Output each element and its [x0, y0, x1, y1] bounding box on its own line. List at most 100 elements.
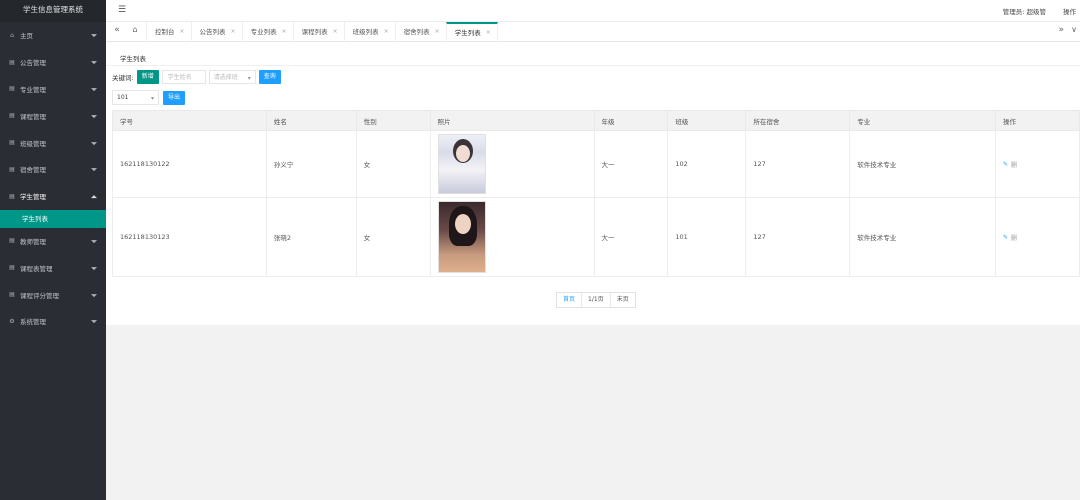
edit-icon[interactable]: ✎ — [1003, 234, 1008, 241]
top-bar: ☰ 管理员: 超级管 操作 — [106, 0, 1080, 22]
tab[interactable]: 课程列表 × — [292, 22, 344, 42]
close-icon[interactable]: × — [231, 22, 236, 42]
tab-label: 课程列表 — [301, 28, 328, 36]
sidebar-item[interactable]: ▤ 学生管理 — [0, 183, 106, 210]
cell-photo — [429, 130, 595, 198]
cell-major: 软件技术专业 — [849, 197, 996, 277]
sidebar-item-label: 班级管理 — [20, 139, 46, 148]
col-header-name: 姓名 — [265, 110, 357, 131]
tab-label: 学生列表 — [454, 29, 481, 37]
operations-menu[interactable]: 操作 — [1063, 6, 1076, 16]
cell-grade: 大一 — [593, 197, 669, 277]
gear-icon: ⚙ — [9, 317, 15, 325]
sidebar-item[interactable]: ▤ 课程表管理 — [0, 254, 106, 281]
close-icon[interactable]: × — [282, 22, 287, 42]
sidebar-item[interactable]: ▤ 专业管理 — [0, 76, 106, 103]
tabs-dropdown-icon[interactable]: ∨ — [1071, 25, 1077, 34]
home-icon: ⌂ — [10, 31, 14, 39]
tab[interactable]: 班级列表 × — [343, 22, 395, 42]
chevron-down-icon — [91, 34, 97, 38]
sidebar-item[interactable]: ⌂ 主页 — [0, 22, 106, 49]
sidebar-item[interactable]: ▤ 公告管理 — [0, 49, 106, 76]
list-icon: ▤ — [9, 85, 15, 93]
delete-button[interactable]: 删 — [1011, 160, 1017, 169]
tab-label: 班级列表 — [352, 28, 379, 36]
cell-id: 162118130123 — [112, 197, 267, 277]
sidebar-item[interactable]: ⚙ 系统管理 — [0, 308, 106, 335]
close-icon[interactable]: × — [486, 24, 491, 42]
close-icon[interactable]: × — [333, 22, 338, 42]
chevron-down-icon — [91, 293, 97, 297]
home-tab-icon[interactable]: ⌂ — [128, 25, 142, 39]
table-header-row: 学号 姓名 性别 照片 年级 班级 所在宿舍 专业 操作 — [112, 110, 1080, 131]
chevron-down-icon: ▾ — [150, 95, 154, 102]
class-select[interactable]: 请选择班 ▾ — [208, 70, 256, 84]
sidebar-item-label: 课程管理 — [20, 112, 46, 121]
sidebar: 学生信息管理系统 ⌂ 主页 ▤ 公告管理 ▤ 专业管理 ▤ 课程管理 ▤ 班级管理 ▤ 宿舍管理 ▤ 学生… — [0, 0, 106, 500]
pagination: 首页 1/1页 末页 — [556, 292, 636, 308]
sidebar-item[interactable]: ▤ 班级管理 — [0, 129, 106, 156]
export-toolbar: 101 ▾ 导出 — [112, 90, 186, 105]
close-icon[interactable]: × — [384, 22, 389, 42]
cell-photo — [429, 197, 595, 277]
keyword-label: 关键词: — [112, 74, 134, 82]
close-icon[interactable]: × — [180, 22, 185, 42]
list-icon: ▤ — [9, 291, 15, 299]
sidebar-item-label: 学生管理 — [20, 193, 46, 202]
export-button[interactable]: 导出 — [163, 90, 186, 105]
sidebar-subitem-student-list[interactable]: 学生列表 — [0, 209, 106, 228]
list-icon: ▤ — [9, 165, 15, 173]
tabs-scroll-right-icon[interactable]: » — [1058, 25, 1064, 35]
cell-room: 127 — [745, 197, 851, 277]
chevron-down-icon: ▾ — [247, 75, 251, 82]
tab[interactable]: 宿舍列表 × — [394, 22, 446, 42]
col-header-grade: 年级 — [593, 110, 669, 131]
tab[interactable]: 学生列表 × — [445, 22, 498, 42]
col-header-major: 专业 — [849, 110, 996, 131]
room-select-value: 101 — [117, 94, 129, 101]
tab[interactable]: 公告列表 × — [190, 22, 242, 42]
search-input[interactable]: 学生姓名 — [161, 70, 206, 84]
cell-name: 孙义宁 — [265, 130, 357, 198]
search-toolbar: 关键词: 新增 学生姓名 请选择班 ▾ 查询 — [112, 70, 281, 84]
add-button[interactable]: 新增 — [136, 70, 159, 84]
cell-class: 102 — [667, 130, 747, 198]
tab-label: 专业列表 — [250, 28, 277, 36]
cell-room: 127 — [745, 130, 851, 198]
col-header-ops: 操作 — [995, 110, 1080, 131]
sidebar-item-label: 主页 — [20, 32, 33, 41]
tabs-scroll-left-icon[interactable]: « — [110, 25, 124, 39]
chevron-down-icon — [91, 266, 97, 270]
list-icon: ▤ — [9, 112, 15, 120]
sidebar-item[interactable]: ▤ 课程评分管理 — [0, 281, 106, 308]
tab[interactable]: 专业列表 × — [241, 22, 293, 42]
chevron-down-icon — [91, 168, 97, 172]
delete-button[interactable]: 删 — [1011, 233, 1017, 242]
tab[interactable]: 控制台 × — [146, 22, 191, 42]
col-header-class: 班级 — [667, 110, 747, 131]
student-photo[interactable] — [437, 201, 486, 273]
chevron-down-icon — [91, 61, 97, 65]
room-select[interactable]: 101 ▾ — [112, 90, 159, 105]
sidebar-item[interactable]: ▤ 宿舍管理 — [0, 156, 106, 183]
list-icon: ▤ — [9, 139, 15, 147]
tab-label: 控制台 — [155, 28, 175, 36]
tab-bar: « ⌂ 控制台 × 公告列表 × 专业列表 × 课程列表 × 班级列表 × 宿舍列表 × 学生列表 × »… — [106, 22, 1080, 42]
list-icon: ▤ — [9, 192, 15, 200]
menu-toggle-icon[interactable]: ☰ — [118, 5, 126, 15]
student-photo[interactable] — [437, 134, 486, 194]
query-button[interactable]: 查询 — [258, 70, 281, 84]
student-list-card: 学生列表 关键词: 新增 学生姓名 请选择班 ▾ 查询 101 ▾ 导出 学号 … — [106, 42, 1080, 325]
edit-icon[interactable]: ✎ — [1003, 161, 1008, 168]
admin-label[interactable]: 管理员: 超级管 — [1003, 6, 1046, 16]
sidebar-item[interactable]: ▤ 教师管理 — [0, 228, 106, 255]
chevron-up-icon — [91, 195, 97, 199]
list-icon: ▤ — [9, 58, 15, 66]
cell-gender: 女 — [355, 130, 431, 198]
sidebar-menu: ⌂ 主页 ▤ 公告管理 ▤ 专业管理 ▤ 课程管理 ▤ 班级管理 ▤ 宿舍管理 ▤ 学生管理 学生列表 ▤ 教师… — [0, 22, 106, 335]
first-page-button[interactable]: 首页 — [557, 293, 583, 307]
sidebar-item[interactable]: ▤ 课程管理 — [0, 102, 106, 129]
last-page-button[interactable]: 末页 — [611, 293, 635, 307]
sidebar-item-label: 专业管理 — [20, 85, 46, 94]
close-icon[interactable]: × — [435, 22, 440, 42]
